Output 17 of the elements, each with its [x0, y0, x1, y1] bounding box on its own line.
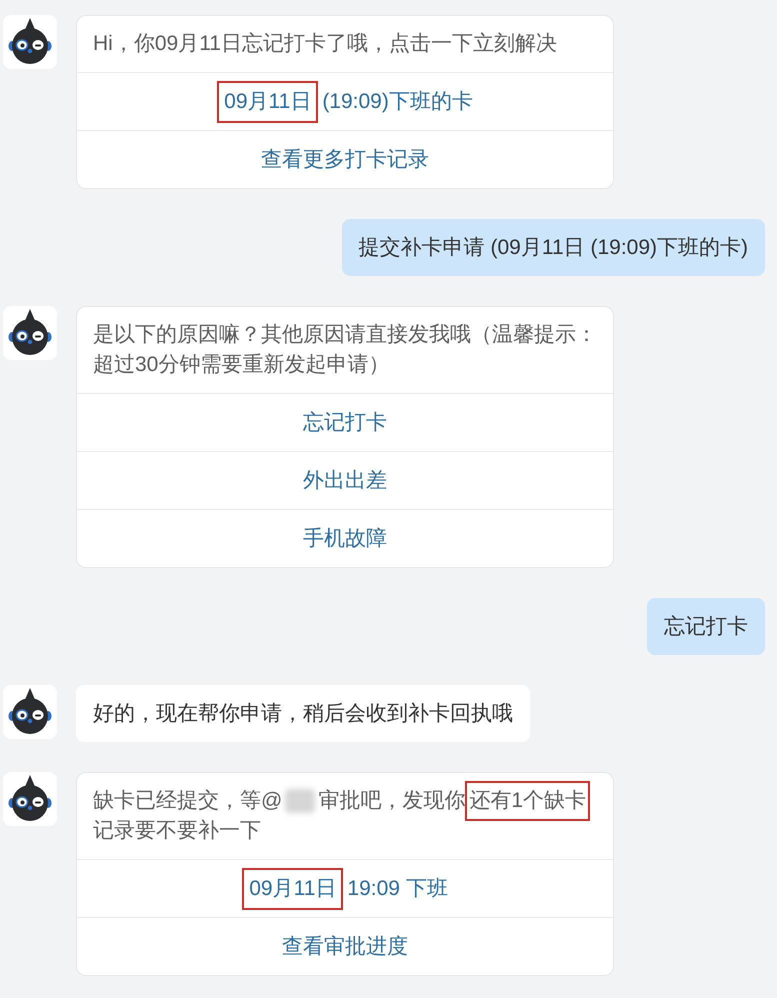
mascot-avatar-icon	[3, 15, 57, 69]
message-bubble: 提交补卡申请 (09月11日 (19:09)下班的卡)	[342, 219, 765, 276]
mascot-avatar-icon	[3, 306, 57, 360]
message-text: 缺卡已经提交，等@ 审批吧，发现你 还有1个缺卡 记录要不要补一下	[77, 773, 613, 859]
action-link[interactable]: 手机故障	[77, 509, 613, 567]
message-text: 是以下的原因嘛？其他原因请直接发我哦（温馨提示：超过30分钟需要重新发起申请）	[92, 322, 598, 378]
highlight-box: 09月11日	[242, 868, 344, 910]
mascot-avatar-icon	[3, 772, 57, 826]
action-link[interactable]: 查看审批进度	[77, 917, 613, 975]
message-bubble: 忘记打卡	[647, 598, 765, 655]
action-link[interactable]: 查看更多打卡记录	[77, 130, 613, 188]
message-bubble: 好的，现在帮你申请，稍后会收到补卡回执哦	[76, 685, 530, 742]
highlight-box: 09月11日	[217, 80, 318, 122]
redacted-blur	[285, 789, 316, 814]
message-text: Hi，你09月11日忘记打卡了哦，点击一下立刻解决	[92, 31, 558, 57]
highlight-box: 还有1个缺卡	[465, 781, 590, 821]
mascot-avatar-icon	[3, 685, 57, 739]
